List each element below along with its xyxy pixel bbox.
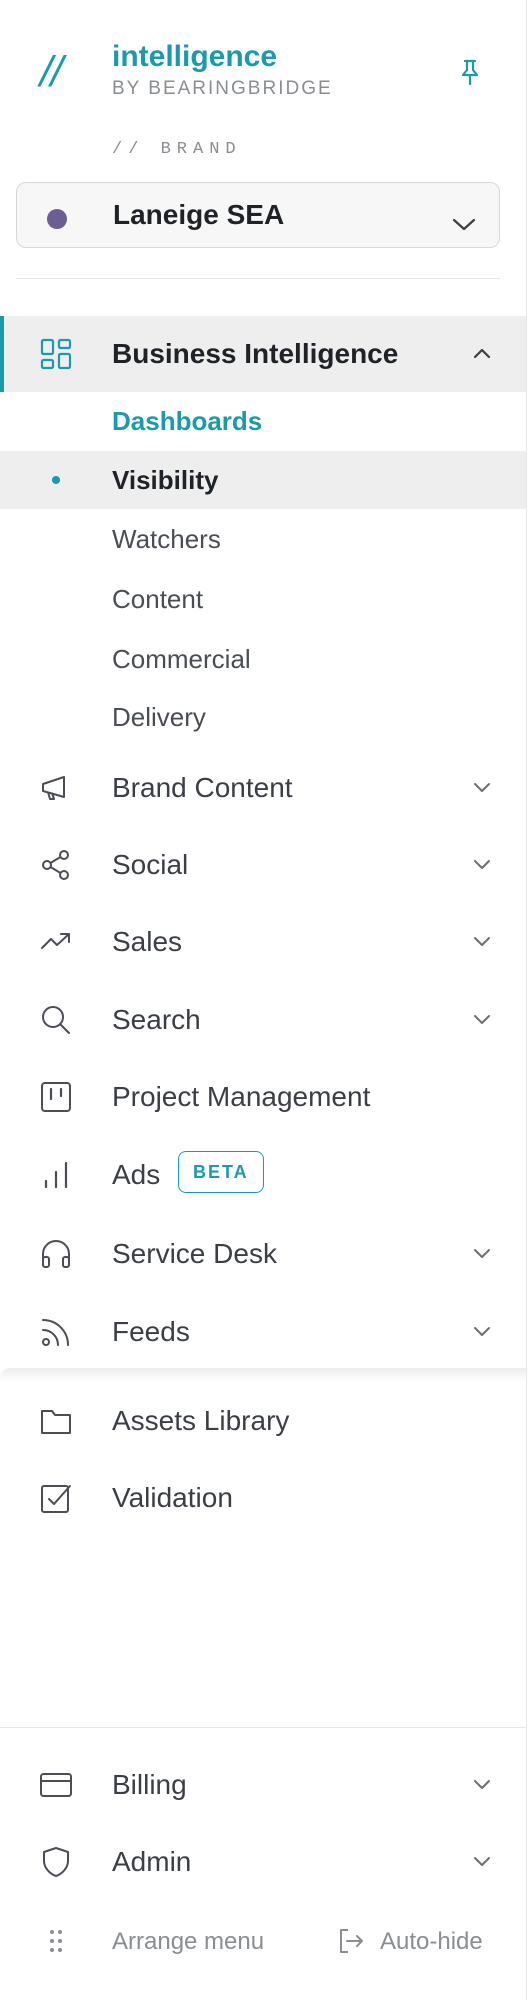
nav-label: Feeds	[112, 1316, 190, 1347]
drag-handle-icon	[48, 1928, 64, 1954]
subnav-dashboards[interactable]: Dashboards	[0, 392, 526, 450]
arrange-menu-label: Arrange menu	[112, 1928, 265, 1955]
dashboard-grid-icon	[40, 338, 72, 370]
subnav-label: Dashboards	[112, 406, 263, 436]
chevron-down-icon	[472, 1246, 492, 1260]
pin-icon[interactable]	[458, 58, 482, 86]
nav-label: Search	[112, 1004, 201, 1035]
checkbox-icon	[40, 1482, 72, 1514]
nav-search[interactable]: Search	[0, 982, 526, 1058]
app-name: intelligence	[112, 40, 278, 73]
divider	[16, 278, 500, 279]
auto-hide-label: Auto-hide	[380, 1928, 483, 1955]
nav-label: Validation	[112, 1482, 233, 1513]
nav-project-management[interactable]: Project Management	[0, 1059, 526, 1135]
bar-chart-icon	[40, 1159, 72, 1191]
nav-label: Admin	[112, 1846, 192, 1877]
nav-brand-content[interactable]: Brand Content	[0, 750, 526, 826]
nav-admin[interactable]: Admin	[0, 1824, 526, 1900]
nav-feeds[interactable]: Feeds	[0, 1294, 526, 1370]
app-subtitle: BY BEARINGBRIDGE	[112, 78, 333, 99]
chevron-down-icon	[472, 780, 492, 794]
section-separator	[0, 1368, 526, 1382]
nav-label: Assets Library	[112, 1405, 290, 1436]
nav-label: Brand Content	[112, 772, 293, 803]
subnav-commercial[interactable]: Commercial	[0, 630, 526, 688]
logout-arrow-icon	[338, 1928, 364, 1954]
chevron-up-icon	[472, 346, 492, 360]
subnav-label: Delivery	[112, 702, 206, 732]
logo-mark: //	[40, 48, 64, 92]
nav-ads[interactable]: Ads BETA	[0, 1137, 526, 1213]
nav-billing[interactable]: Billing	[0, 1747, 526, 1823]
subnav-content[interactable]: Content	[0, 570, 526, 628]
nav-label: Social	[112, 849, 189, 880]
nav-label: Business Intelligence	[112, 338, 399, 369]
megaphone-icon	[40, 772, 72, 804]
nav-label: Sales	[112, 926, 183, 957]
subnav-label: Visibility	[112, 465, 219, 495]
subnav-delivery[interactable]: Delivery	[0, 688, 526, 746]
trending-up-icon	[40, 926, 72, 958]
nav-label: Billing	[112, 1769, 187, 1800]
auto-hide-button[interactable]: Auto-hide	[336, 1922, 506, 1962]
subnav-label: Content	[112, 584, 204, 614]
nav-validation[interactable]: Validation	[0, 1460, 526, 1536]
nav-social[interactable]: Social	[0, 827, 526, 903]
subnav-label: Commercial	[112, 644, 251, 674]
chevron-down-icon	[472, 1324, 492, 1338]
subnav-watchers[interactable]: Watchers	[0, 510, 526, 568]
nav-assets-library[interactable]: Assets Library	[0, 1383, 526, 1459]
chevron-down-icon	[472, 857, 492, 871]
search-icon	[40, 1004, 72, 1036]
nav-sales[interactable]: Sales	[0, 904, 526, 980]
divider	[0, 1727, 526, 1728]
nav-label: Ads	[112, 1159, 161, 1190]
nav-label: Project Management	[112, 1081, 371, 1112]
sidebar: // intelligence BY BEARINGBRIDGE // BRAN…	[0, 0, 527, 2000]
arrange-menu-button[interactable]: Arrange menu	[40, 1922, 280, 1962]
chevron-down-icon	[472, 1012, 492, 1026]
brand-selected-value: Laneige SEA	[113, 199, 285, 230]
chevron-down-icon	[472, 934, 492, 948]
kanban-icon	[40, 1081, 72, 1113]
nav-service-desk[interactable]: Service Desk	[0, 1216, 526, 1292]
brand-kicker: // BRAND	[112, 140, 242, 159]
nav-business-intelligence[interactable]: Business Intelligence	[0, 316, 526, 392]
folder-icon	[40, 1405, 72, 1437]
beta-badge: BETA	[178, 1151, 264, 1193]
shield-icon	[40, 1846, 72, 1878]
subnav-label: Watchers	[112, 524, 221, 554]
subnav-visibility[interactable]: Visibility	[0, 451, 526, 509]
brand-color-dot	[47, 209, 67, 229]
brand-selector[interactable]: Laneige SEA	[16, 182, 500, 248]
nav-label: Service Desk	[112, 1238, 277, 1269]
selected-dot-icon	[52, 476, 60, 484]
headphones-icon	[40, 1238, 72, 1270]
chevron-down-icon	[472, 1854, 492, 1868]
credit-card-icon	[40, 1769, 72, 1801]
rss-icon	[40, 1316, 72, 1348]
share-icon	[40, 849, 72, 881]
chevron-down-icon	[472, 1777, 492, 1791]
chevron-down-icon	[451, 217, 477, 233]
